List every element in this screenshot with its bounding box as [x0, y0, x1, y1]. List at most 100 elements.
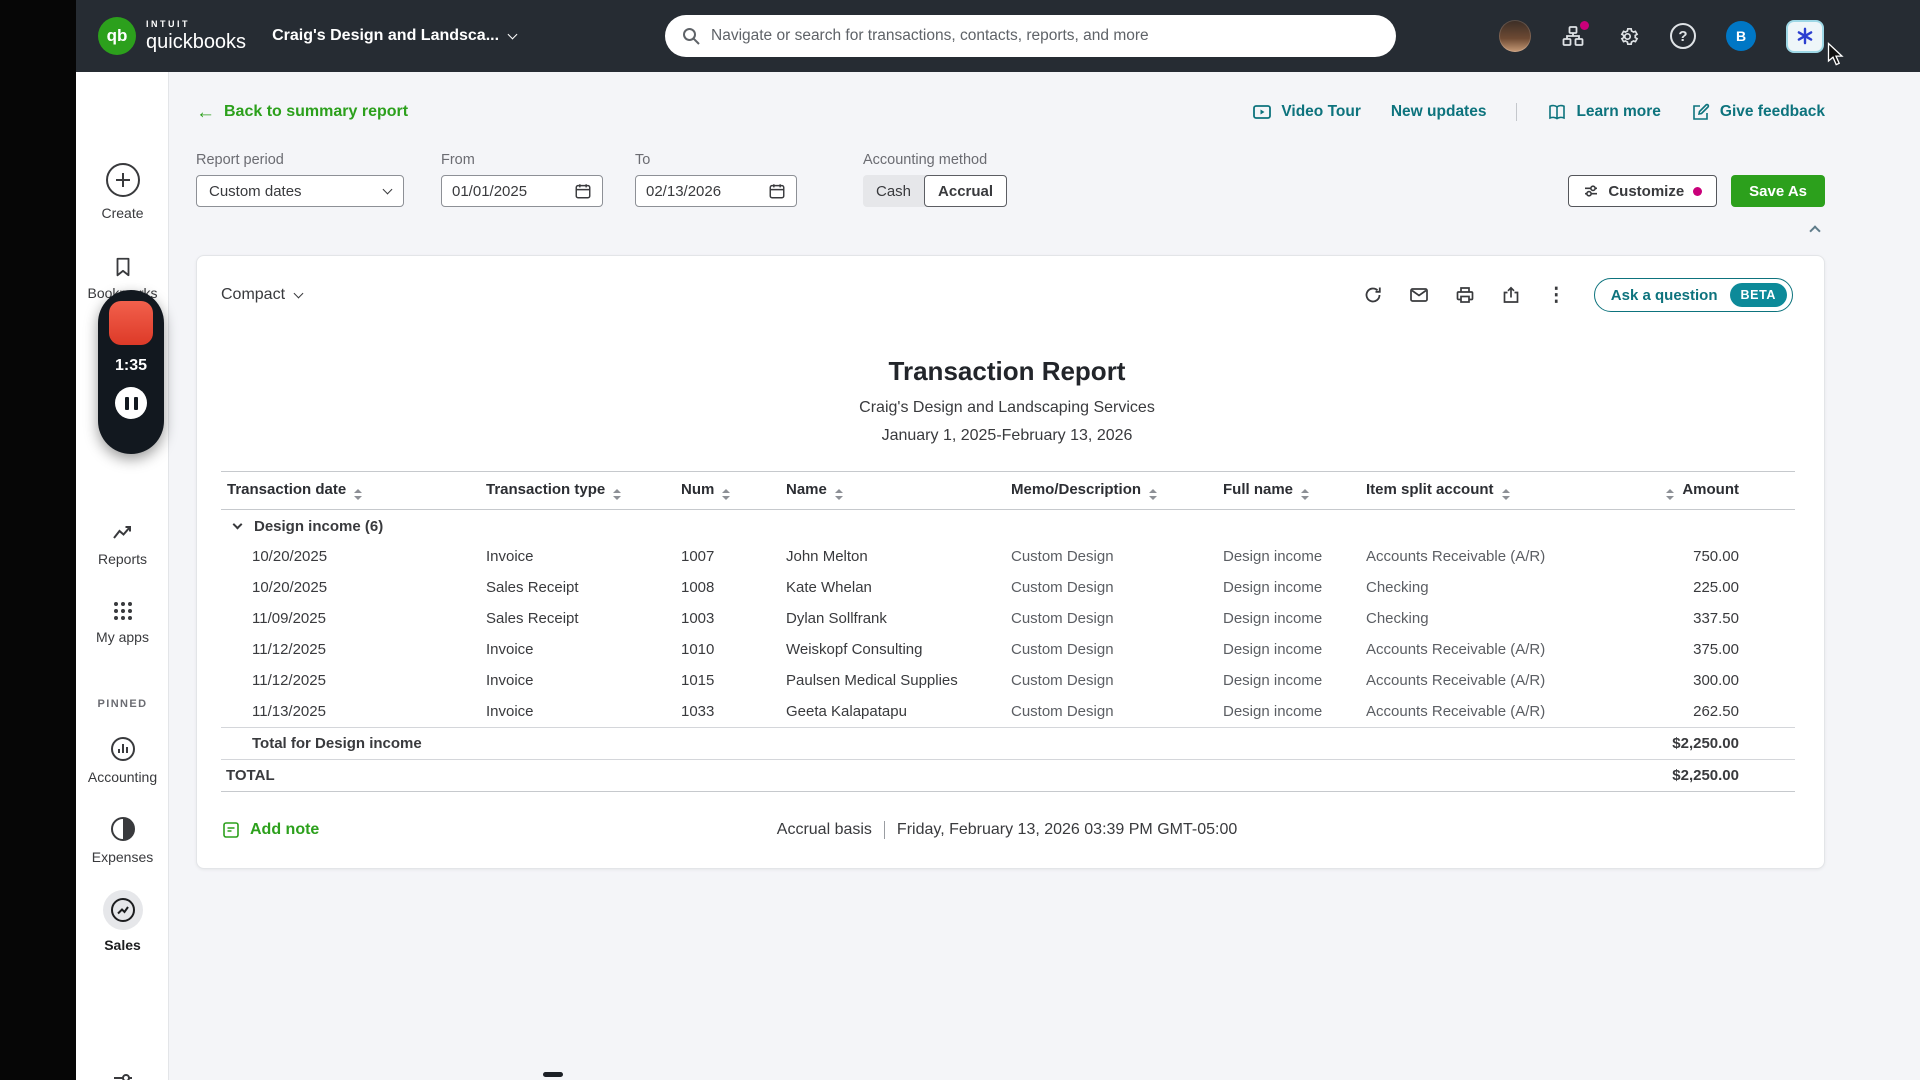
apps-grid-icon: [112, 600, 134, 622]
sidebar-label: My apps: [96, 629, 149, 645]
calendar-icon[interactable]: [574, 182, 592, 200]
add-note-button[interactable]: Add note: [221, 820, 319, 840]
cell-item-split-account: Accounts Receivable (A/R): [1362, 634, 1635, 665]
divider: [1516, 103, 1517, 121]
cell-transaction-date: 11/12/2025: [221, 665, 482, 696]
sort-icon: [354, 489, 362, 500]
to-date-input[interactable]: [646, 183, 752, 200]
table-row[interactable]: 11/09/2025 Sales Receipt 1003 Dylan Soll…: [221, 603, 1795, 634]
sidebar-label: Sales: [104, 937, 141, 953]
recording-timer: 1:35: [115, 357, 147, 375]
calendar-icon[interactable]: [768, 182, 786, 200]
table-row[interactable]: 11/13/2025 Invoice 1033 Geeta Kalapatapu…: [221, 696, 1795, 728]
stop-recording-button[interactable]: [109, 301, 153, 345]
book-icon: [1547, 102, 1567, 122]
selected-item-highlight: [103, 890, 143, 930]
group-total-row: Total for Design income $2,250.00: [221, 728, 1795, 760]
new-updates-link[interactable]: New updates: [1391, 103, 1487, 121]
save-as-button[interactable]: Save As: [1731, 175, 1825, 207]
give-feedback-link[interactable]: Give feedback: [1691, 102, 1825, 122]
sidebar-item-my-apps[interactable]: My apps: [76, 600, 169, 645]
video-tour-link[interactable]: Video Tour: [1252, 102, 1361, 122]
sidebar-item-expenses[interactable]: Expenses: [76, 816, 169, 865]
browser-viewport: qb INTUIT quickbooks Craig's Design and …: [76, 0, 1920, 1080]
cell-full-name: Design income: [1219, 696, 1362, 728]
table-header: Transaction date Transaction type Num Na…: [221, 472, 1795, 510]
printer-icon: [1455, 285, 1475, 305]
pause-recording-button[interactable]: [115, 387, 147, 419]
col-amount[interactable]: Amount: [1635, 472, 1795, 510]
table-row[interactable]: 11/12/2025 Invoice 1010 Weiskopf Consult…: [221, 634, 1795, 665]
cell-name: Geeta Kalapatapu: [782, 696, 1007, 728]
group-header: Design income (6): [221, 510, 1795, 542]
cell-name: John Melton: [782, 541, 1007, 572]
browser-extension-button[interactable]: [1786, 20, 1824, 53]
export-button[interactable]: [1501, 285, 1521, 305]
ask-a-question-button[interactable]: Ask a question BETA: [1594, 278, 1793, 312]
reports-icon: [111, 520, 135, 544]
from-date-input[interactable]: [452, 183, 558, 200]
col-name[interactable]: Name: [782, 472, 1007, 510]
workspaces-button[interactable]: [1561, 24, 1585, 48]
table-row[interactable]: 10/20/2025 Sales Receipt 1008 Kate Whela…: [221, 572, 1795, 603]
collapse-panel-button[interactable]: [1805, 219, 1825, 241]
avatar[interactable]: [1499, 20, 1531, 52]
report-filters: Report period Custom dates From: [196, 152, 1825, 207]
accrual-option[interactable]: Accrual: [924, 175, 1007, 207]
print-button[interactable]: [1455, 285, 1475, 305]
col-item-split-account[interactable]: Item split account: [1362, 472, 1635, 510]
sort-icon: [835, 489, 843, 500]
col-memo-description[interactable]: Memo/Description: [1007, 472, 1219, 510]
sort-icon: [1149, 489, 1157, 500]
sidebar-item-reports[interactable]: Reports: [76, 520, 169, 567]
col-full-name[interactable]: Full name: [1219, 472, 1362, 510]
sidebar-item-accounting[interactable]: Accounting: [76, 736, 169, 785]
sort-icon: [1301, 489, 1309, 500]
cell-name: Kate Whelan: [782, 572, 1007, 603]
col-transaction-date[interactable]: Transaction date: [221, 472, 482, 510]
table-row[interactable]: 10/20/2025 Invoice 1007 John Melton Cust…: [221, 541, 1795, 572]
grand-total-row: TOTAL $2,250.00: [221, 760, 1795, 792]
report-toolbar: Compact: [221, 278, 1793, 312]
chevron-down-icon: [383, 184, 393, 194]
company-switcher[interactable]: Craig's Design and Landsca...: [272, 27, 516, 45]
cell-num: 1015: [677, 665, 782, 696]
refresh-button[interactable]: [1363, 285, 1383, 305]
density-select[interactable]: Compact: [221, 286, 302, 304]
cell-amount: 337.50: [1635, 603, 1795, 634]
search-input[interactable]: [711, 27, 1380, 45]
report-actions: Customize Save As: [1568, 175, 1825, 207]
back-to-summary-link[interactable]: ← Back to summary report: [196, 103, 408, 122]
cell-memo-description: Custom Design: [1007, 541, 1219, 572]
global-search[interactable]: [665, 15, 1396, 57]
divider: [884, 821, 885, 839]
user-initial-badge[interactable]: B: [1726, 21, 1756, 51]
report-footer: Add note Accrual basis Friday, February …: [221, 818, 1793, 842]
bookmark-icon: [112, 256, 134, 278]
cell-name: Paulsen Medical Supplies: [782, 665, 1007, 696]
cash-option[interactable]: Cash: [863, 175, 924, 207]
col-transaction-type[interactable]: Transaction type: [482, 472, 677, 510]
settings-button[interactable]: [1615, 24, 1640, 49]
quickbooks-wordmark: quickbooks: [146, 32, 246, 52]
sidebar-item-sales[interactable]: Sales: [76, 890, 169, 953]
report-period-select[interactable]: Custom dates: [196, 175, 404, 207]
table-row[interactable]: 11/12/2025 Invoice 1015 Paulsen Medical …: [221, 665, 1795, 696]
to-label: To: [635, 152, 797, 168]
report-date-range: January 1, 2025-February 13, 2026: [221, 427, 1793, 445]
customize-button[interactable]: Customize: [1568, 175, 1717, 207]
refresh-icon: [1363, 285, 1383, 305]
email-button[interactable]: [1409, 285, 1429, 305]
more-options-button[interactable]: ⋮: [1547, 284, 1566, 307]
cell-full-name: Design income: [1219, 541, 1362, 572]
cell-memo-description: Custom Design: [1007, 696, 1219, 728]
report-period-group: Report period Custom dates: [196, 152, 404, 207]
col-num[interactable]: Num: [677, 472, 782, 510]
sidebar-item-create[interactable]: Create: [76, 162, 169, 221]
sidebar-item-customize[interactable]: Customize: [76, 1070, 169, 1080]
help-button[interactable]: ?: [1670, 23, 1696, 49]
learn-more-link[interactable]: Learn more: [1547, 102, 1660, 122]
group-header-row[interactable]: Design income (6): [221, 510, 1795, 542]
cell-amount: 300.00: [1635, 665, 1795, 696]
search-icon: [681, 26, 701, 46]
